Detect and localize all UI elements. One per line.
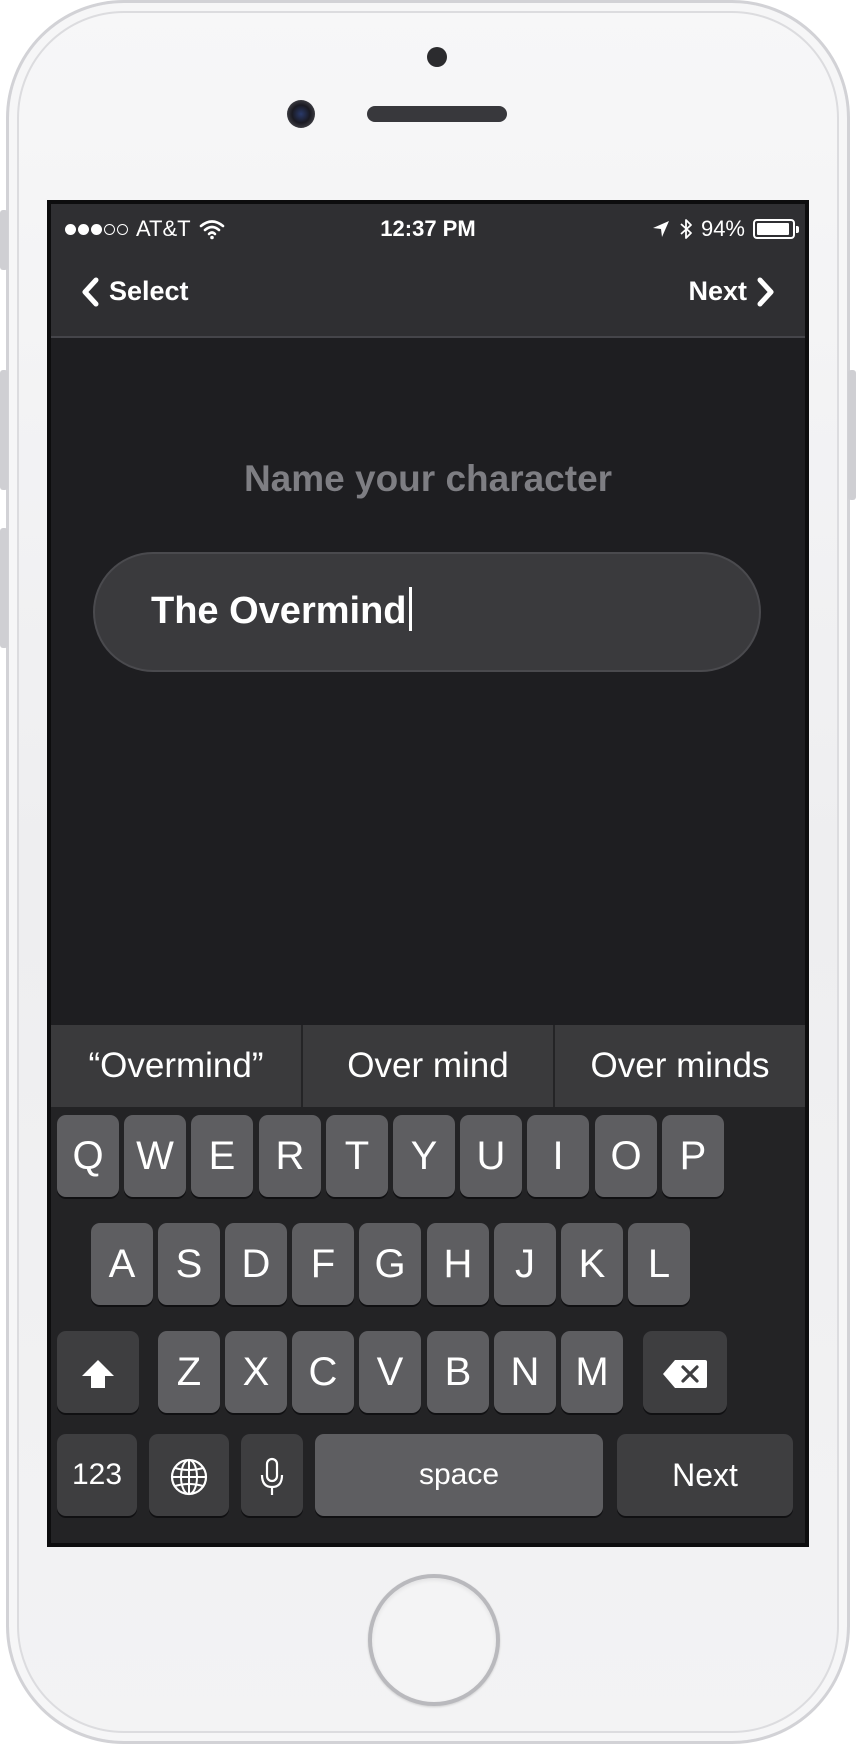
next-button-label: Next (688, 276, 747, 306)
shift-key[interactable] (57, 1331, 139, 1413)
shift-icon (82, 1360, 114, 1389)
battery-percent: 94% (700, 216, 745, 241)
bluetooth-icon (680, 219, 692, 239)
globe-icon (170, 1459, 208, 1496)
dictation-key[interactable] (241, 1434, 303, 1516)
key-e[interactable]: E (191, 1115, 253, 1197)
key-y[interactable]: Y (393, 1115, 455, 1197)
key-i[interactable]: I (527, 1115, 589, 1197)
return-key[interactable]: Next (617, 1434, 793, 1516)
microphone-icon (260, 1458, 284, 1496)
location-arrow-icon (652, 221, 669, 237)
back-button-label: Select (109, 276, 189, 306)
predictive-bar: “Overmind” Over mind Over minds (51, 1025, 805, 1107)
key-f[interactable]: F (292, 1223, 354, 1305)
suggestion-item[interactable]: “Overmind” (51, 1025, 303, 1107)
key-o[interactable]: O (595, 1115, 657, 1197)
mute-switch (0, 210, 8, 270)
power-button (848, 370, 856, 500)
key-q[interactable]: Q (57, 1115, 119, 1197)
key-t[interactable]: T (326, 1115, 388, 1197)
key-d[interactable]: D (225, 1223, 287, 1305)
chevron-right-icon (757, 277, 774, 306)
battery-icon (753, 219, 799, 239)
key-c[interactable]: C (292, 1331, 354, 1413)
next-button[interactable]: Next (688, 276, 775, 307)
delete-key[interactable] (643, 1331, 727, 1413)
keyboard: Q W E R T Y U I O P A S D F G H J K L Z … (51, 1107, 805, 1543)
key-p[interactable]: P (662, 1115, 724, 1197)
battery-fill (757, 223, 789, 235)
navigation-bar: Select Next (51, 254, 805, 338)
app-screen: AT&T 12:37 PM 94% Select Next Name your … (47, 200, 809, 1547)
suggestion-item[interactable]: Over minds (555, 1025, 805, 1107)
key-s[interactable]: S (158, 1223, 220, 1305)
volume-up-button (0, 370, 8, 490)
back-button[interactable]: Select (81, 276, 189, 307)
key-b[interactable]: B (427, 1331, 489, 1413)
character-name-text: The Overmind (151, 590, 407, 632)
battery-tip (796, 226, 799, 233)
proximity-sensor (427, 47, 447, 67)
status-right: 94% (651, 216, 799, 242)
key-m[interactable]: M (561, 1331, 623, 1413)
character-name-value: The Overmind (151, 587, 412, 633)
home-button[interactable] (368, 1574, 500, 1706)
key-n[interactable]: N (494, 1331, 556, 1413)
key-a[interactable]: A (91, 1223, 153, 1305)
globe-key[interactable] (149, 1434, 229, 1516)
key-j[interactable]: J (494, 1223, 556, 1305)
key-v[interactable]: V (359, 1331, 421, 1413)
text-cursor (408, 587, 412, 631)
earpiece-speaker (367, 106, 507, 122)
page-title: Name your character (243, 458, 613, 499)
volume-down-button (0, 528, 8, 648)
key-g[interactable]: G (359, 1223, 421, 1305)
front-camera-icon (287, 100, 315, 128)
status-bar: AT&T 12:37 PM 94% (51, 204, 805, 254)
character-name-input[interactable]: The Overmind (93, 552, 761, 672)
suggestion-item[interactable]: Over mind (303, 1025, 555, 1107)
key-l[interactable]: L (628, 1223, 690, 1305)
key-k[interactable]: K (561, 1223, 623, 1305)
key-r[interactable]: R (259, 1115, 321, 1197)
key-u[interactable]: U (460, 1115, 522, 1197)
key-z[interactable]: Z (158, 1331, 220, 1413)
chevron-left-icon (82, 277, 99, 306)
key-w[interactable]: W (124, 1115, 186, 1197)
delete-icon (663, 1360, 707, 1389)
key-h[interactable]: H (427, 1223, 489, 1305)
space-key[interactable]: space (315, 1434, 603, 1516)
numbers-key[interactable]: 123 (57, 1434, 137, 1516)
key-x[interactable]: X (225, 1331, 287, 1413)
